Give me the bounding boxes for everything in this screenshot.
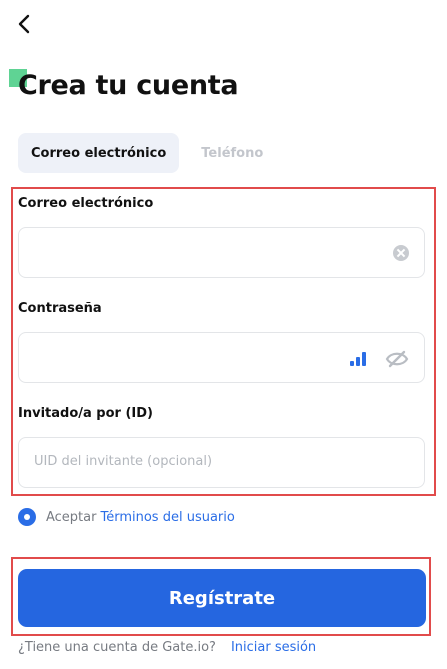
email-field[interactable] bbox=[18, 227, 425, 278]
back-button[interactable] bbox=[14, 12, 34, 36]
login-question: ¿Tiene una cuenta de Gate.io? bbox=[18, 640, 216, 655]
signup-method-tabs: Correo electrónico Teléfono bbox=[18, 133, 276, 173]
login-prompt: ¿Tiene una cuenta de Gate.io? Iniciar se… bbox=[18, 640, 316, 655]
strength-icon bbox=[350, 352, 370, 366]
referral-label: Invitado/a por (ID) bbox=[18, 406, 153, 421]
tab-email[interactable]: Correo electrónico bbox=[18, 133, 180, 173]
password-field[interactable] bbox=[18, 332, 425, 383]
referral-field[interactable]: UID del invitante (opcional) bbox=[18, 437, 425, 488]
terms-link[interactable]: Términos del usuario bbox=[100, 510, 234, 525]
email-label: Correo electrónico bbox=[18, 196, 154, 211]
referral-placeholder: UID del invitante (opcional) bbox=[34, 454, 213, 469]
password-label: Contraseña bbox=[18, 301, 102, 316]
register-button[interactable]: Regístrate bbox=[18, 569, 426, 627]
page-title: Crea tu cuenta bbox=[18, 70, 239, 101]
eye-hidden-icon[interactable] bbox=[385, 349, 409, 369]
tab-phone[interactable]: Teléfono bbox=[188, 133, 276, 173]
agree-text: Aceptar bbox=[46, 509, 97, 525]
radio-checked-icon[interactable] bbox=[18, 508, 36, 526]
back-arrow-icon bbox=[18, 14, 30, 34]
terms-agreement: Aceptar Términos del usuario bbox=[18, 508, 235, 526]
clear-icon[interactable] bbox=[393, 245, 409, 261]
login-link[interactable]: Iniciar sesión bbox=[231, 640, 316, 655]
